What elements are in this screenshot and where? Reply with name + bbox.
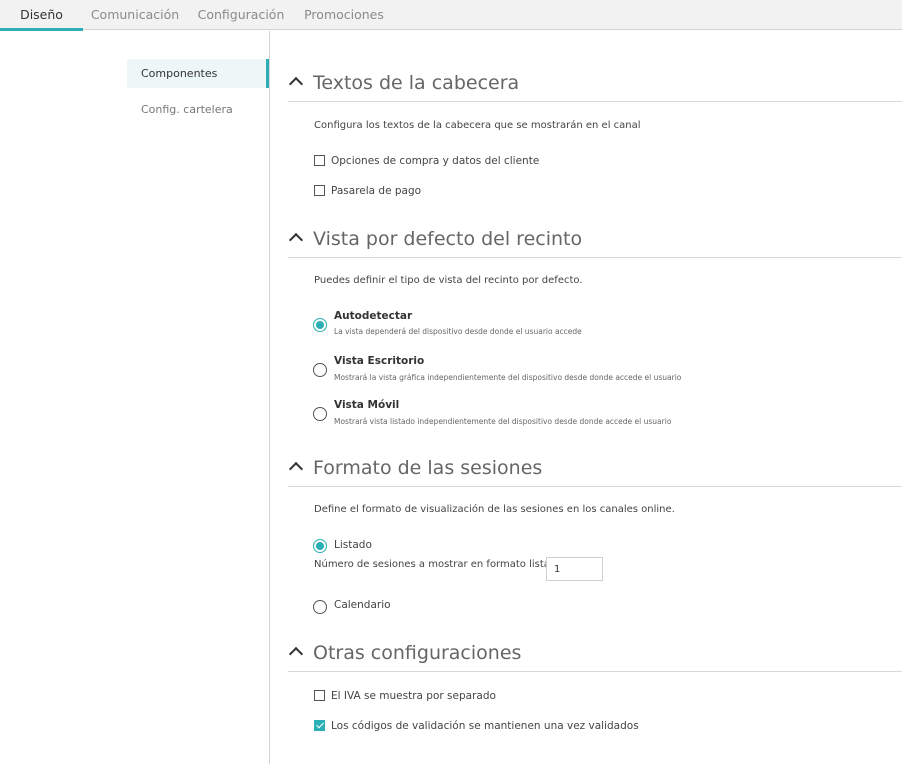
tab-diseno[interactable]: Diseño bbox=[0, 0, 83, 31]
radio-autodetectar[interactable] bbox=[313, 318, 327, 332]
checkbox-box[interactable] bbox=[314, 690, 325, 701]
tab-comunicacion[interactable]: Comunicación bbox=[89, 0, 181, 30]
radio-listado[interactable] bbox=[313, 539, 327, 553]
section-other: Otras configuraciones bbox=[288, 640, 902, 672]
tab-configuracion[interactable]: Configuración bbox=[195, 0, 287, 30]
chevron-up-icon[interactable] bbox=[288, 232, 304, 248]
radio-title: Autodetectar bbox=[334, 310, 413, 322]
section-title: Otras configuraciones bbox=[313, 642, 522, 664]
checkbox-box-checked[interactable] bbox=[314, 720, 325, 731]
section-description: Define el formato de visualización de la… bbox=[314, 504, 675, 515]
top-tab-bar: Diseño Comunicación Configuración Promoc… bbox=[0, 0, 902, 31]
checkbox-label: Pasarela de pago bbox=[331, 185, 422, 197]
checkbox-box[interactable] bbox=[314, 185, 325, 196]
checkbox-box[interactable] bbox=[314, 155, 325, 166]
sidebar-item-componentes[interactable]: Componentes bbox=[127, 59, 269, 88]
radio-title: Vista Móvil bbox=[334, 399, 400, 411]
radio-label: Listado bbox=[334, 539, 372, 551]
sidebar-item-config-cartelera[interactable]: Config. cartelera bbox=[127, 95, 269, 124]
radio-vista-escritorio[interactable] bbox=[313, 363, 327, 377]
checkbox-label: El IVA se muestra por separado bbox=[331, 690, 496, 702]
section-header-texts: Textos de la cabecera bbox=[288, 70, 902, 102]
sessions-count-label: Número de sesiones a mostrar en formato … bbox=[314, 559, 563, 570]
radio-calendario[interactable] bbox=[313, 600, 327, 614]
radio-description: Mostrará vista listado independientement… bbox=[334, 417, 672, 426]
section-venue-view: Vista por defecto del recinto bbox=[288, 226, 902, 258]
chevron-up-icon[interactable] bbox=[288, 461, 304, 477]
radio-vista-movil[interactable] bbox=[313, 407, 327, 421]
chevron-up-icon[interactable] bbox=[288, 646, 304, 662]
radio-label: Calendario bbox=[334, 599, 391, 611]
section-description: Configura los textos de la cabecera que … bbox=[314, 120, 641, 131]
tab-promociones[interactable]: Promociones bbox=[301, 0, 387, 30]
section-title: Formato de las sesiones bbox=[313, 457, 543, 479]
radio-description: La vista dependerá del dispositivo desde… bbox=[334, 327, 582, 336]
sidebar: Componentes Config. cartelera bbox=[0, 31, 270, 764]
radio-description: Mostrará la vista gráfica independientem… bbox=[334, 373, 682, 382]
sessions-count-input[interactable] bbox=[546, 557, 603, 581]
section-session-format: Formato de las sesiones bbox=[288, 455, 902, 487]
radio-title: Vista Escritorio bbox=[334, 355, 425, 367]
section-title: Vista por defecto del recinto bbox=[313, 228, 583, 250]
checkbox-label: Los códigos de validación se mantienen u… bbox=[331, 720, 639, 732]
section-description: Puedes definir el tipo de vista del reci… bbox=[314, 275, 583, 286]
checkbox-label: Opciones de compra y datos del cliente bbox=[331, 155, 540, 167]
section-title: Textos de la cabecera bbox=[313, 72, 520, 94]
chevron-up-icon[interactable] bbox=[288, 76, 304, 92]
